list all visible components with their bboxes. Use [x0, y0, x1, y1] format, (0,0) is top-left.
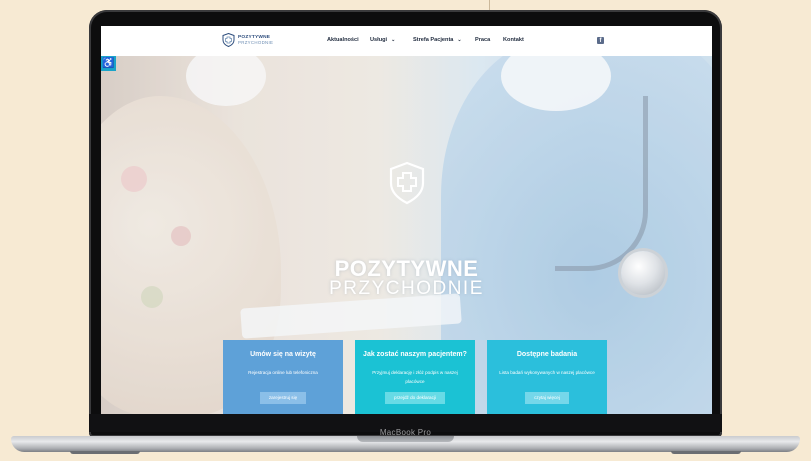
- nav-item-aktualnosci[interactable]: Aktualności: [327, 37, 359, 43]
- chevron-down-icon: ⌄: [457, 37, 462, 43]
- wheelchair-icon[interactable]: ♿: [101, 56, 116, 71]
- card-text: Lista badań wykonywanych w naszej placów…: [499, 370, 595, 375]
- nav-label: Strefa Pacjenta: [413, 37, 454, 43]
- nav-label: Kontakt: [503, 37, 524, 43]
- card-title: Dostępne badania: [516, 351, 578, 358]
- nav-item-uslugi[interactable]: Usługi ⌄: [370, 37, 395, 43]
- site-header: POZYTYWNE PRZYCHODNIE Aktualności Usługi…: [101, 26, 712, 57]
- card-text: Rejestracja online lub telefoniczna: [248, 370, 318, 375]
- laptop-foot-left: [70, 451, 140, 454]
- facebook-icon[interactable]: f: [597, 37, 604, 44]
- read-more-button[interactable]: czytaj więcej: [525, 392, 569, 404]
- hero-subtitle: PRZYCHODNIE: [329, 278, 484, 299]
- nav-label: Aktualności: [327, 37, 359, 43]
- declaration-button[interactable]: przejdź do deklaracji: [385, 392, 445, 404]
- card-title: Jak zostać naszym pacjentem?: [363, 351, 467, 358]
- shield-cross-icon: [222, 33, 235, 47]
- laptop-screen: POZYTYWNE PRZYCHODNIE Aktualności Usługi…: [101, 26, 712, 414]
- register-button[interactable]: zarejestruj się: [259, 392, 307, 404]
- chevron-down-icon: ⌄: [391, 37, 396, 43]
- nav-label: Usługi: [370, 37, 388, 43]
- laptop-base-notch: [357, 436, 454, 442]
- card-become-patient: Jak zostać naszym pacjentem? Przyjmuj de…: [355, 340, 475, 414]
- card-available-tests: Dostępne badania Lista badań wykonywanyc…: [487, 340, 607, 414]
- nav-item-kontakt[interactable]: Kontakt: [503, 37, 524, 43]
- nav-item-praca[interactable]: Praca: [475, 37, 490, 43]
- nav-label: Praca: [475, 37, 491, 43]
- logo-line2: PRZYCHODNIE: [238, 40, 274, 45]
- card-appointment: Umów się na wizytę Rejestracja online lu…: [223, 340, 343, 414]
- card-text: Przyjmuj deklarację i złóż podpis w nasz…: [372, 370, 458, 384]
- nav-item-strefa-pacjenta[interactable]: Strefa Pacjenta ⌄: [413, 37, 462, 43]
- site-logo[interactable]: POZYTYWNE PRZYCHODNIE: [222, 33, 273, 47]
- shield-cross-icon: [389, 161, 425, 205]
- laptop-foot-right: [671, 451, 741, 454]
- card-title: Umów się na wizytę: [250, 351, 316, 358]
